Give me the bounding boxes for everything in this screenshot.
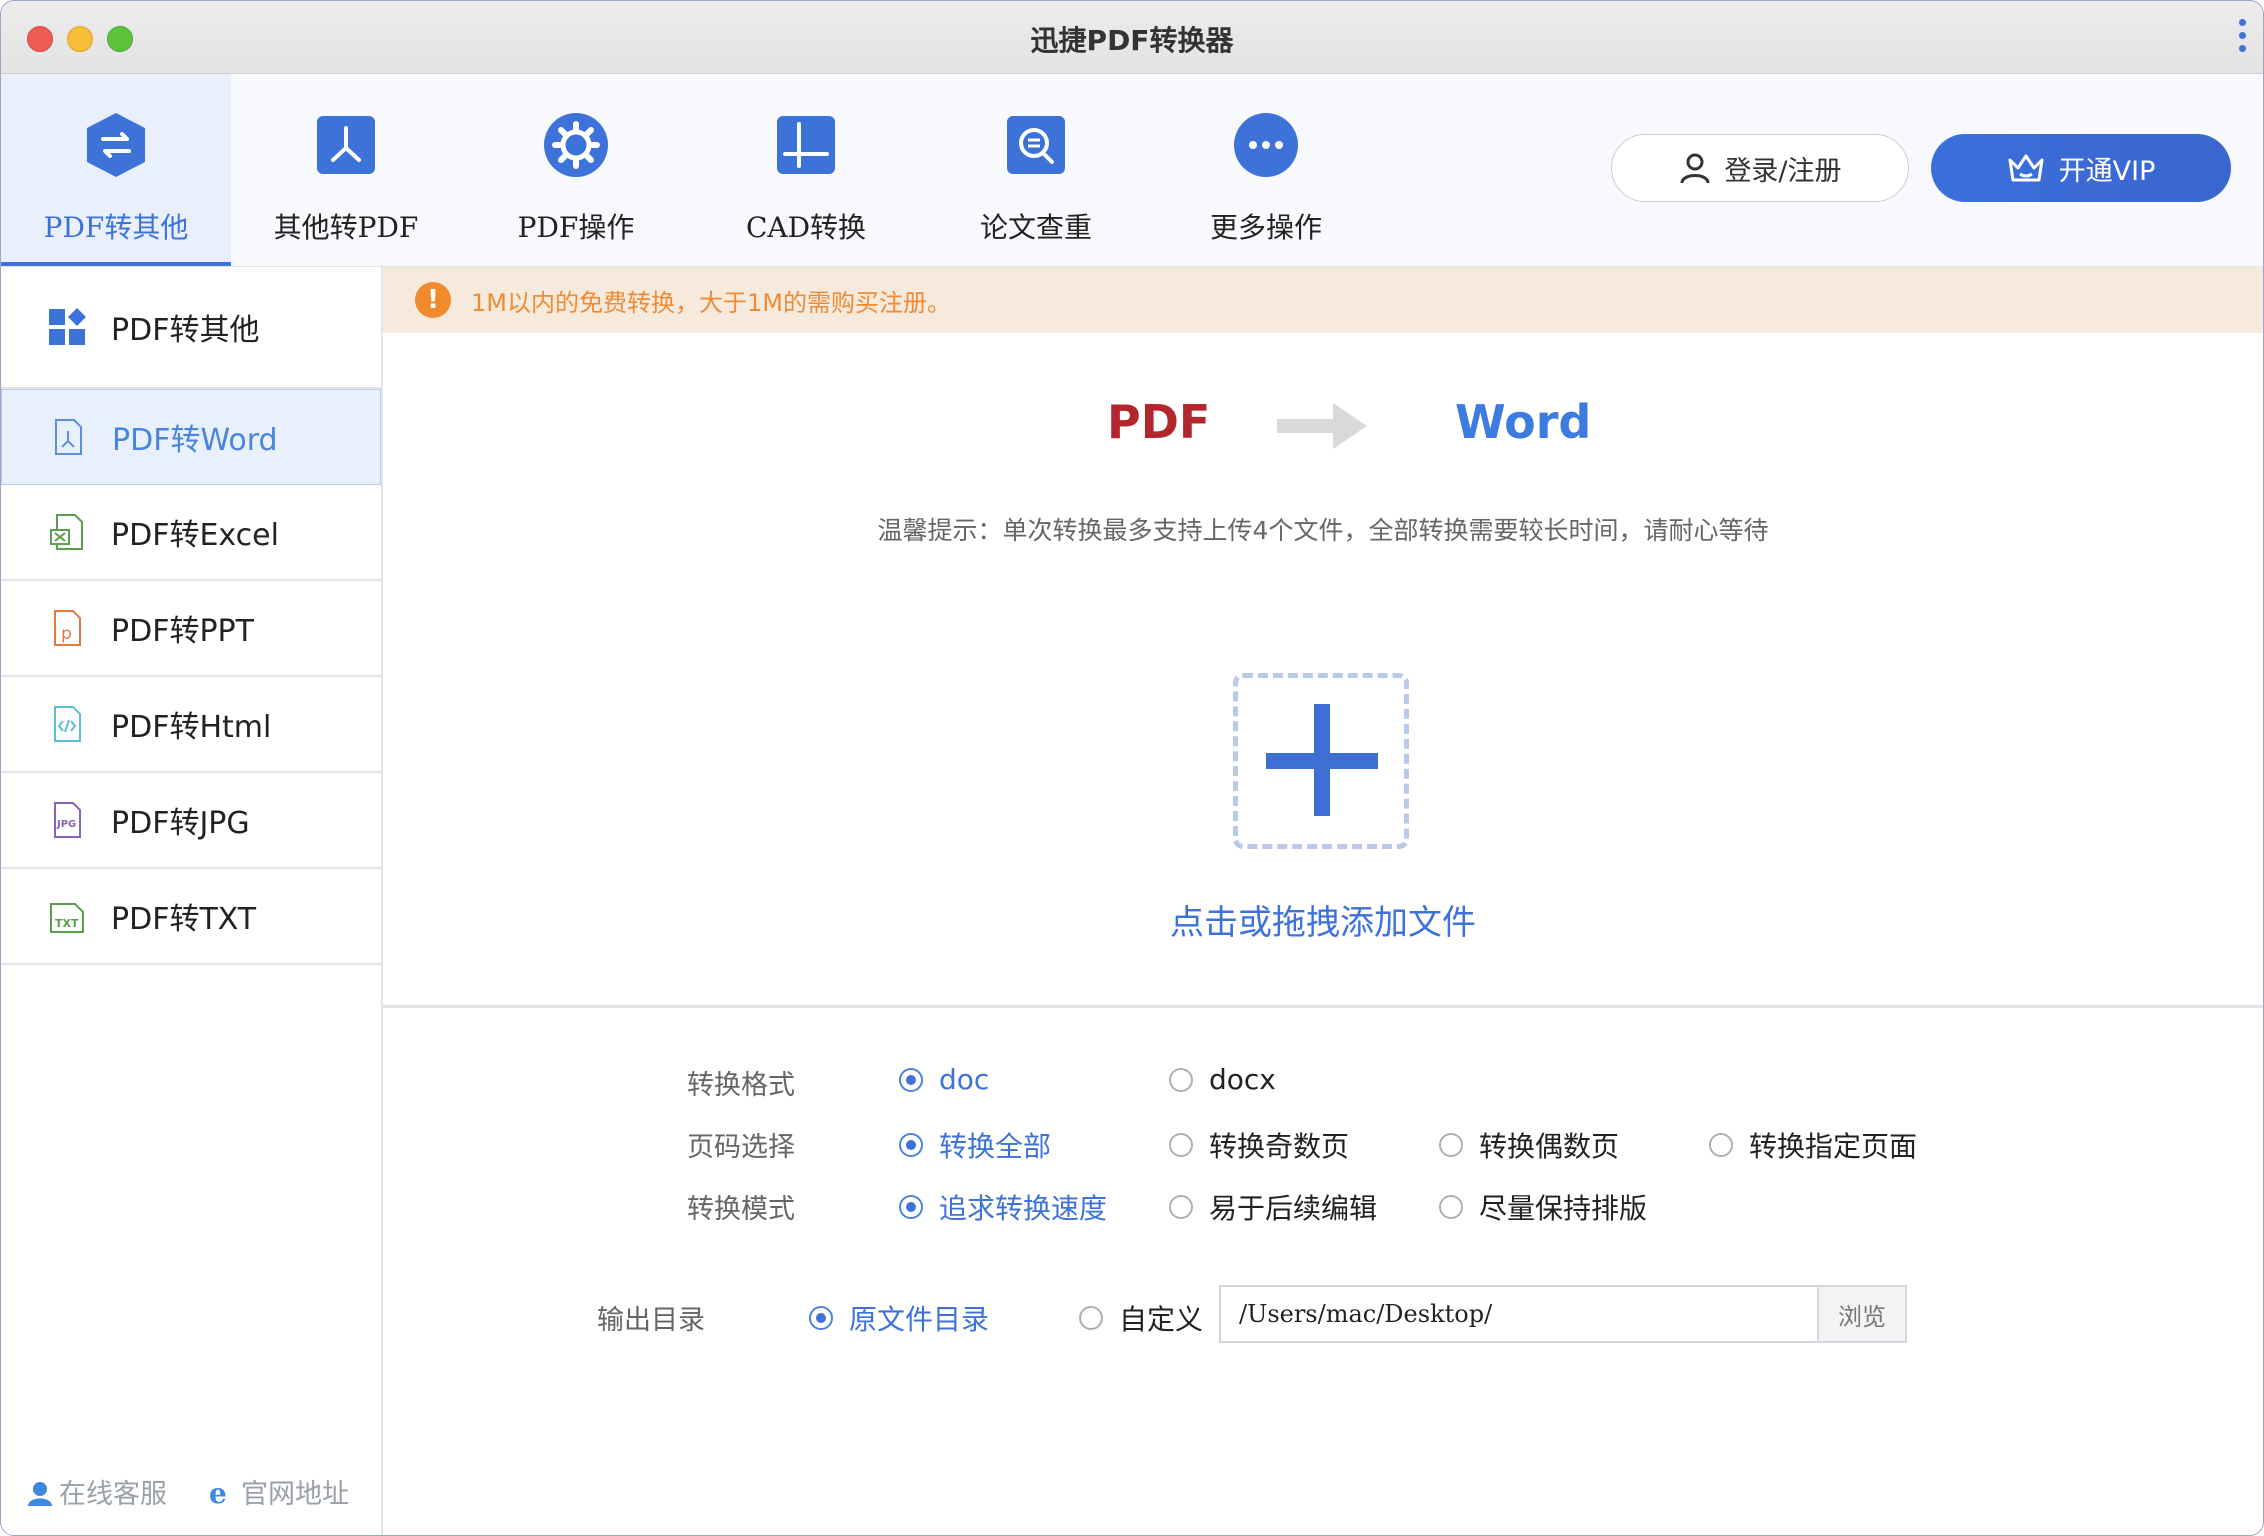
tab-pdf-to-other[interactable]: PDF转其他 (1, 74, 231, 266)
cad-crosshair-icon (777, 116, 835, 174)
pages-option-even[interactable]: 转换偶数页 (1439, 1125, 1619, 1165)
output-option-custom[interactable]: 自定义 (1079, 1298, 1203, 1338)
output-option-original[interactable]: 原文件目录 (809, 1298, 989, 1338)
sidebar-item-label: PDF转Word (112, 423, 278, 458)
output-path-input[interactable]: /Users/mac/Desktop/ (1219, 1285, 1817, 1343)
sidebar-item-label: PDF转PPT (111, 614, 254, 649)
conversion-from: PDF (1107, 395, 1211, 449)
ppt-file-icon: p (54, 610, 81, 646)
online-service-label: 在线客服 (59, 1479, 167, 1510)
mode-option-speed[interactable]: 追求转换速度 (899, 1187, 1107, 1227)
output-label: 输出目录 (597, 1305, 705, 1336)
tab-pdf-operations[interactable]: PDF操作 (461, 74, 691, 266)
open-vip-button[interactable]: 开通VIP (1931, 134, 2231, 202)
sidebar-item-pdf-to-txt[interactable]: TXT PDF转TXT (1, 869, 381, 965)
main-toolbar: PDF转其他 其他转PDF PDF操作 CAD转换 论文查重 更多操作 登录/注… (1, 74, 2263, 267)
official-website-link[interactable]: e 官网地址 (207, 1472, 349, 1511)
svg-text:e: e (209, 1477, 227, 1507)
gear-icon (544, 113, 608, 177)
category-grid-icon (49, 308, 86, 345)
right-arrow-icon (1277, 403, 1367, 449)
add-file-dropzone[interactable] (1233, 673, 1409, 849)
tab-label: 论文查重 (979, 211, 1092, 244)
official-website-label: 官网地址 (241, 1479, 349, 1510)
tab-label: 其他转PDF (273, 211, 419, 244)
format-option-docx[interactable]: docx (1169, 1063, 1276, 1096)
svg-text:p: p (61, 624, 72, 644)
user-icon (1680, 153, 1710, 184)
customer-service-icon (28, 1481, 52, 1506)
tab-label: PDF转其他 (43, 211, 189, 244)
sidebar-item-pdf-to-ppt[interactable]: p PDF转PPT (1, 581, 381, 677)
tab-more-operations[interactable]: 更多操作 (1151, 74, 1381, 266)
pdf-logo-icon (317, 116, 375, 174)
sidebar-item-label: PDF转JPG (111, 806, 250, 841)
notice-text: 1M以内的免费转换，大于1M的需购买注册。 (471, 288, 951, 317)
sidebar-item-label: PDF转其他 (111, 313, 260, 348)
window-title: 迅捷PDF转换器 (1030, 24, 1234, 57)
browse-button[interactable]: 浏览 (1817, 1285, 1907, 1343)
format-option-doc[interactable]: doc (899, 1063, 989, 1096)
notice-banner: ! 1M以内的免费转换，大于1M的需购买注册。 (383, 267, 2263, 333)
app-window: 迅捷PDF转换器 PDF转其他 其他转PDF PDF操作 CAD转换 论文查重 … (0, 0, 2264, 1536)
mode-label: 转换模式 (687, 1194, 795, 1225)
sidebar-item-pdf-to-other[interactable]: PDF转其他 (1, 267, 381, 389)
sidebar-item-pdf-to-word[interactable]: PDF转Word (1, 389, 381, 485)
sidebar-item-label: PDF转Excel (111, 518, 279, 553)
tab-label: PDF操作 (517, 211, 635, 244)
tab-cad-convert[interactable]: CAD转换 (691, 74, 921, 266)
sidebar: PDF转其他 PDF转Word PDF转Excel p PDF转PPT PDF转… (1, 267, 383, 1535)
more-menu-icon[interactable] (2239, 19, 2249, 58)
pages-option-specified[interactable]: 转换指定页面 (1709, 1125, 1917, 1165)
txt-file-icon: TXT (50, 903, 84, 933)
sidebar-item-label: PDF转Html (111, 710, 272, 745)
conversion-to: Word (1455, 395, 1592, 449)
warning-icon: ! (415, 282, 451, 318)
pages-option-all[interactable]: 转换全部 (899, 1125, 1051, 1165)
vip-label: 开通VIP (2058, 155, 2156, 187)
tab-paper-check[interactable]: 论文查重 (921, 74, 1151, 266)
pages-option-odd[interactable]: 转换奇数页 (1169, 1125, 1349, 1165)
jpg-file-icon: JPG (54, 802, 81, 838)
pages-label: 页码选择 (687, 1132, 795, 1163)
dropzone-label[interactable]: 点击或拖拽添加文件 (383, 895, 2263, 944)
sidebar-item-pdf-to-jpg[interactable]: JPG PDF转JPG (1, 773, 381, 869)
crown-icon (2008, 154, 2044, 182)
login-label: 登录/注册 (1724, 155, 1842, 187)
tab-label: CAD转换 (745, 211, 867, 244)
sidebar-item-pdf-to-html[interactable]: PDF转Html (1, 677, 381, 773)
ie-browser-icon: e (209, 1477, 227, 1507)
hint-text: 温馨提示：单次转换最多支持上传4个文件，全部转换需要较长时间，请耐心等待 (877, 516, 1769, 545)
html-file-icon (54, 706, 81, 742)
more-dots-icon (1234, 113, 1298, 177)
online-service-link[interactable]: 在线客服 (25, 1472, 167, 1511)
document-search-icon (1007, 116, 1065, 174)
svg-text:TXT: TXT (55, 917, 79, 930)
tab-label: 更多操作 (1209, 211, 1322, 244)
sidebar-footer: 在线客服 e 官网地址 (25, 1472, 349, 1511)
tab-other-to-pdf[interactable]: 其他转PDF (231, 74, 461, 266)
format-label: 转换格式 (687, 1070, 795, 1101)
title-bar: 迅捷PDF转换器 (1, 1, 2263, 74)
mode-option-editable[interactable]: 易于后续编辑 (1169, 1187, 1377, 1227)
sidebar-item-pdf-to-excel[interactable]: PDF转Excel (1, 485, 381, 581)
login-register-button[interactable]: 登录/注册 (1611, 134, 1909, 202)
excel-file-icon (50, 514, 83, 550)
section-divider (383, 1005, 2263, 1008)
mode-option-layout[interactable]: 尽量保持排版 (1439, 1187, 1647, 1227)
svg-text:JPG: JPG (56, 819, 76, 830)
pdf-file-icon (55, 419, 82, 455)
pdf-convert-icon (87, 113, 145, 177)
sidebar-item-label: PDF转TXT (111, 902, 257, 937)
